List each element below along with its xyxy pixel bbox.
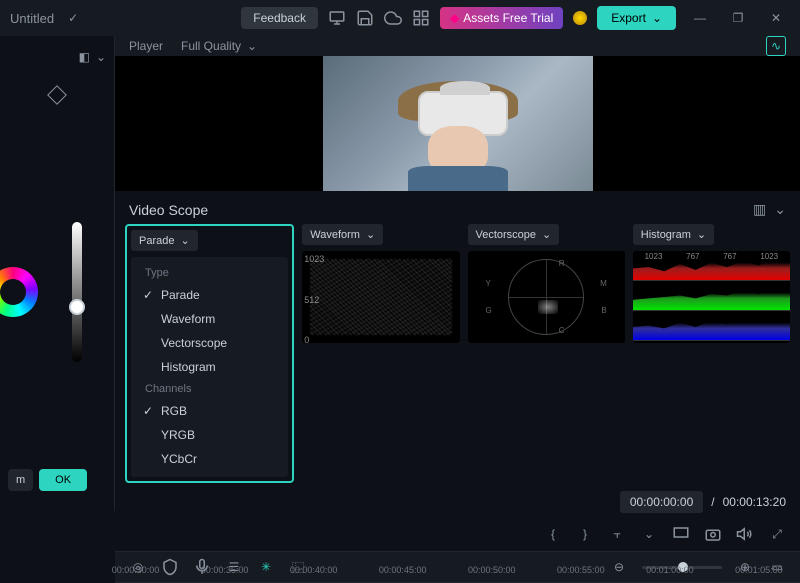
close-button[interactable]: ✕ xyxy=(762,4,790,32)
monitor-icon[interactable] xyxy=(328,9,346,27)
feedback-button[interactable]: Feedback xyxy=(241,7,318,29)
menu-item-waveform[interactable]: Waveform xyxy=(131,307,288,331)
chevron-down-icon[interactable]: ⌄ xyxy=(640,525,658,543)
histogram-display: 10237677671023 xyxy=(633,251,790,343)
menu-section-type: Type xyxy=(131,263,288,283)
m-button[interactable]: m xyxy=(8,469,33,491)
scope-waveform-column: Waveform⌄ 10235120 xyxy=(302,224,459,483)
menu-item-yrgb[interactable]: YRGB xyxy=(131,423,288,447)
assets-trial-button[interactable]: ◆Assets Free Trial xyxy=(440,7,563,29)
preview-controls: { } ⫟ ⌄ ⤢ xyxy=(115,521,800,551)
player-label: Player xyxy=(129,39,163,53)
chevron-down-icon: ⌄ xyxy=(247,39,257,53)
menu-section-channels: Channels xyxy=(131,379,288,399)
scope-type-dropdown[interactable]: Waveform⌄ xyxy=(302,224,383,245)
menu-item-ycbcr[interactable]: YCbCr xyxy=(131,447,288,471)
scope-type-dropdown[interactable]: Histogram⌄ xyxy=(633,224,714,245)
marker-icon[interactable]: ✳ xyxy=(257,558,275,576)
maximize-button[interactable]: ❐ xyxy=(724,4,752,32)
menu-item-parade[interactable]: Parade xyxy=(131,283,288,307)
luminance-slider[interactable] xyxy=(72,222,82,362)
split-view-icon: ◧ xyxy=(79,50,90,64)
video-scope-header: Video Scope ▥ ⌄ xyxy=(115,191,800,224)
snapshot-icon[interactable] xyxy=(704,525,722,543)
scope-vectorscope-column: Vectorscope⌄ R M B C G Y xyxy=(468,224,625,483)
fullscreen-icon[interactable]: ⤢ xyxy=(768,525,786,543)
scope-type-dropdown[interactable]: Vectorscope⌄ xyxy=(468,224,560,245)
chevron-down-icon: ⌄ xyxy=(652,11,662,25)
bracket-close-icon[interactable]: } xyxy=(576,525,594,543)
timecode-row: 00:00:00:00 / 00:00:13:20 xyxy=(115,483,800,521)
slider-handle[interactable] xyxy=(69,299,85,315)
save-icon[interactable] xyxy=(356,9,374,27)
compare-icon[interactable]: ⫟ xyxy=(608,525,626,543)
chevron-down-icon: ⌄ xyxy=(96,50,106,64)
chevron-down-icon[interactable]: ⌄ xyxy=(774,201,786,218)
display-icon[interactable] xyxy=(672,525,690,543)
minimize-button[interactable]: — xyxy=(686,4,714,32)
keyframe-diamond-icon[interactable] xyxy=(47,85,67,105)
chevron-down-icon: ⌄ xyxy=(542,228,551,241)
export-button[interactable]: Export⌄ xyxy=(597,6,676,30)
scope-type-dropdown[interactable]: Parade⌄ xyxy=(131,230,198,251)
scope-parade-column: Parade⌄ Type Parade Waveform Vectorscope… xyxy=(125,224,294,483)
scope-layout-icon[interactable]: ▥ xyxy=(753,201,766,218)
menu-item-histogram[interactable]: Histogram xyxy=(131,355,288,379)
menu-item-vectorscope[interactable]: Vectorscope xyxy=(131,331,288,355)
player-bar: Player Full Quality⌄ ∿ xyxy=(115,36,800,56)
saved-check-icon: ✓ xyxy=(68,11,78,25)
shield-icon[interactable] xyxy=(161,558,179,576)
gold-badge-icon[interactable] xyxy=(573,11,587,25)
waveform-display: 10235120 xyxy=(302,251,459,343)
document-title: Untitled xyxy=(10,11,54,26)
ok-button[interactable]: OK xyxy=(39,469,87,491)
diamond-icon: ◆ xyxy=(450,11,459,25)
chevron-down-icon: ⌄ xyxy=(697,228,706,241)
scope-histogram-column: Histogram⌄ 10237677671023 xyxy=(633,224,790,483)
menu-item-rgb[interactable]: RGB xyxy=(131,399,288,423)
quality-dropdown[interactable]: Full Quality⌄ xyxy=(181,39,257,53)
total-duration: 00:00:13:20 xyxy=(723,495,786,509)
bracket-open-icon[interactable]: { xyxy=(544,525,562,543)
vectorscope-display: R M B C G Y xyxy=(468,251,625,343)
chevron-down-icon: ⌄ xyxy=(180,234,189,247)
waveform-toggle-icon[interactable]: ∿ xyxy=(766,36,786,56)
video-preview[interactable] xyxy=(115,56,800,191)
scope-dropdown-menu: Type Parade Waveform Vectorscope Histogr… xyxy=(131,257,288,477)
color-wheel[interactable] xyxy=(0,267,38,317)
current-timecode[interactable]: 00:00:00:00 xyxy=(620,491,703,513)
volume-icon[interactable] xyxy=(736,525,754,543)
chevron-down-icon: ⌄ xyxy=(366,228,375,241)
cloud-icon[interactable] xyxy=(384,9,402,27)
panel-view-toggle[interactable]: ◧ ⌄ xyxy=(8,46,106,76)
zoom-out-icon[interactable]: ⊖ xyxy=(610,558,628,576)
color-panel: ◧ ⌄ m OK xyxy=(0,36,115,511)
grid-icon[interactable] xyxy=(412,9,430,27)
title-bar: Untitled ✓ Feedback ◆Assets Free Trial E… xyxy=(0,0,800,36)
